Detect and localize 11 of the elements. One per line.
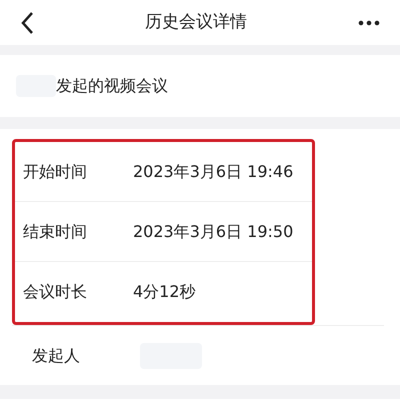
back-icon[interactable] (20, 10, 34, 34)
detail-value: 2023年3月6日 19:50 (133, 220, 294, 242)
detail-label: 开始时间 (23, 160, 88, 182)
detail-label: 结束时间 (23, 220, 88, 242)
page-title: 历史会议详情 (145, 10, 247, 34)
more-icon[interactable] (358, 20, 380, 26)
detail-value: 2023年3月6日 19:46 (133, 160, 294, 182)
detail-label: 发起人 (32, 344, 81, 366)
detail-label: 会议时长 (23, 281, 88, 303)
detail-value: 4分12秒 (133, 281, 196, 303)
meeting-subtitle: 发起的视频会议 (56, 75, 168, 97)
